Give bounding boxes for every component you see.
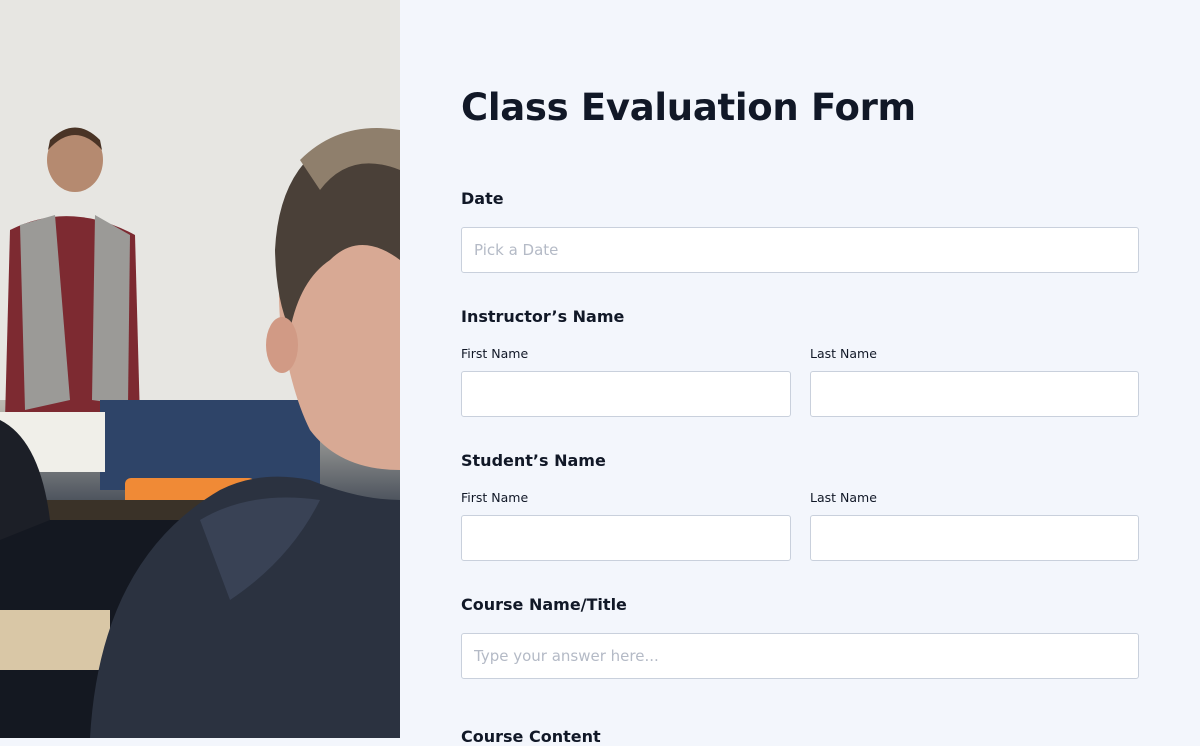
- date-label: Date: [461, 189, 504, 208]
- student-last-name-input[interactable]: [810, 515, 1139, 561]
- student-name-label: Student’s Name: [461, 451, 606, 470]
- instructor-last-name-input[interactable]: [810, 371, 1139, 417]
- student-first-name-label: First Name: [461, 490, 529, 505]
- student-last-name-label: Last Name: [810, 490, 877, 505]
- course-name-label: Course Name/Title: [461, 595, 627, 614]
- instructor-first-name-label: First Name: [461, 346, 529, 361]
- classroom-photo: [0, 0, 400, 738]
- date-input[interactable]: [461, 227, 1139, 273]
- form-title: Class Evaluation Form: [461, 86, 916, 129]
- instructor-first-name-input[interactable]: [461, 371, 791, 417]
- classroom-illustration: [0, 0, 400, 738]
- student-first-name-input[interactable]: [461, 515, 791, 561]
- instructor-last-name-label: Last Name: [810, 346, 877, 361]
- course-name-input[interactable]: [461, 633, 1139, 679]
- form-panel: Class Evaluation Form Date Instructor’s …: [400, 0, 1200, 746]
- instructor-name-label: Instructor’s Name: [461, 307, 625, 326]
- course-content-label: Course Content: [461, 727, 601, 746]
